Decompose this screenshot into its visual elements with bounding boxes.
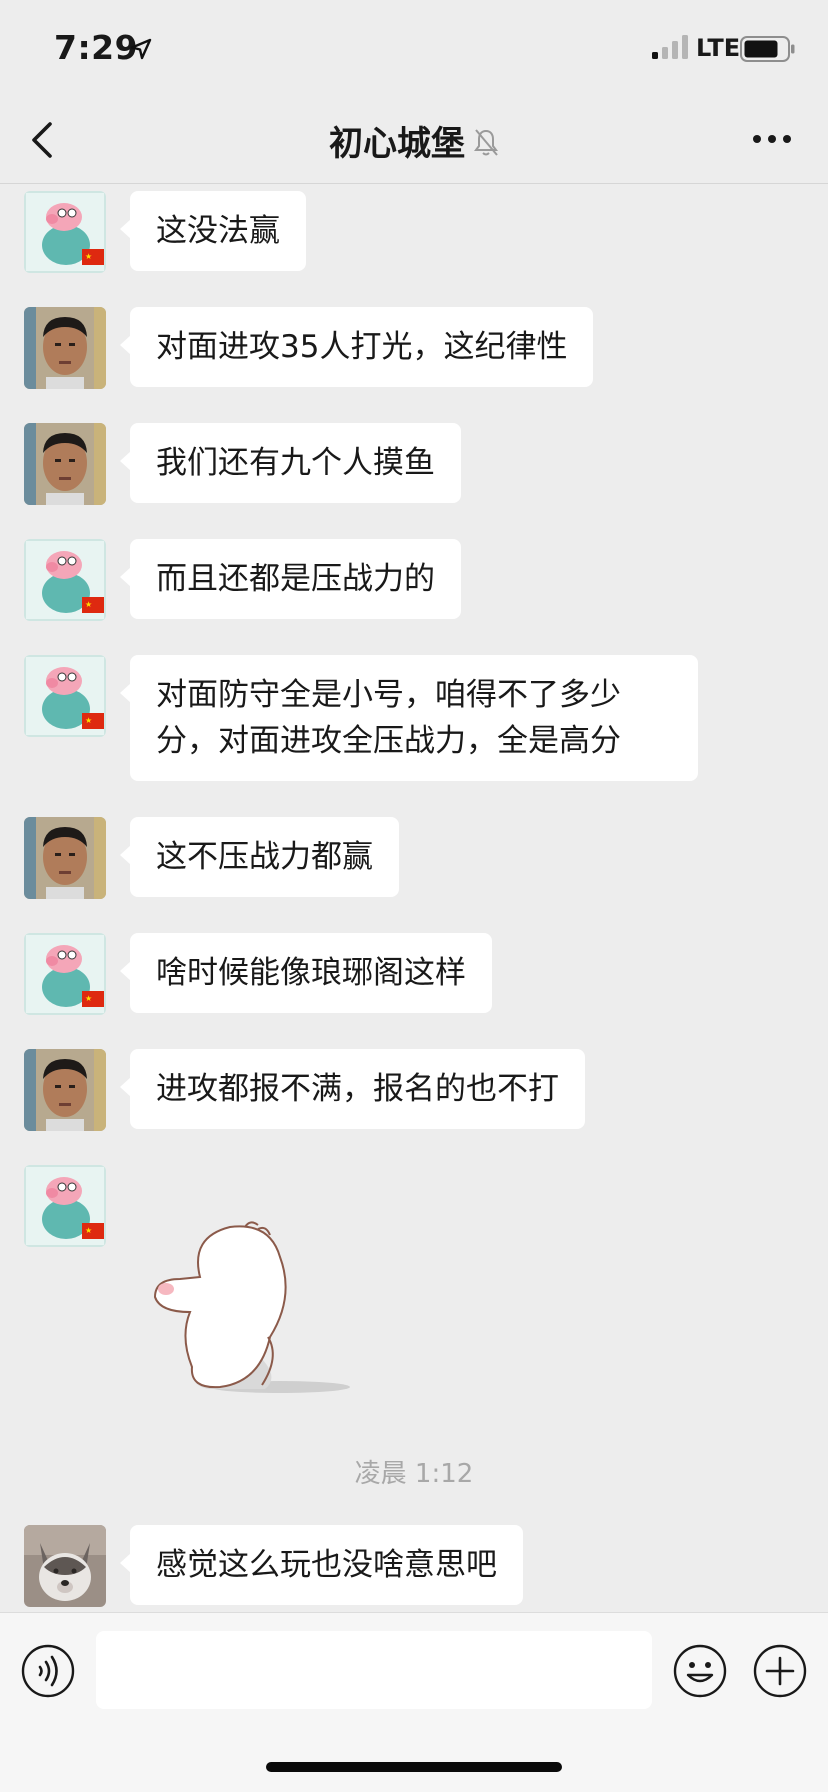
cute-bun-sticker[interactable]	[150, 1217, 350, 1407]
message-input[interactable]	[96, 1631, 652, 1709]
voice-icon[interactable]	[20, 1643, 76, 1699]
peppa-avatar[interactable]: ★	[24, 933, 106, 1015]
svg-text:★: ★	[85, 1226, 92, 1235]
peppa-avatar[interactable]: ★	[24, 655, 106, 737]
chat-timestamp: 凌晨 1:12	[354, 1459, 474, 1489]
message-bubble[interactable]: 对面防守全是小号，咱得不了多少分，对面进攻全压战力，全是高分	[120, 655, 698, 781]
chat-title: 初心城堡	[329, 123, 465, 164]
chat-message-list[interactable]: ★ 这没法赢 对面进攻35人打光，这纪律性 我们还有九个人摸鱼 ★ 而且还都是压…	[0, 185, 828, 1612]
nav-title-container: 初心城堡	[0, 96, 828, 184]
nav-bar: 初心城堡	[0, 96, 828, 184]
message-bubble[interactable]: 这没法赢	[120, 191, 306, 271]
husky-avatar[interactable]	[24, 1525, 106, 1607]
message-bubble[interactable]: 啥时候能像琅琊阁这样	[120, 933, 492, 1013]
man-avatar[interactable]	[24, 817, 106, 899]
home-indicator[interactable]	[266, 1762, 562, 1772]
location-arrow-icon	[130, 38, 152, 60]
peppa-avatar[interactable]: ★	[24, 539, 106, 621]
network-type: LTE	[696, 34, 741, 62]
peppa-avatar[interactable]: ★	[24, 191, 106, 273]
status-bar: 7:29 LTE	[0, 0, 828, 96]
status-time: 7:29	[54, 28, 139, 67]
svg-text:★: ★	[85, 252, 92, 261]
man-avatar[interactable]	[24, 423, 106, 505]
more-icon[interactable]	[752, 132, 792, 146]
message-bubble[interactable]: 而且还都是压战力的	[120, 539, 461, 619]
message-bubble[interactable]: 进攻都报不满，报名的也不打	[120, 1049, 585, 1129]
svg-text:★: ★	[85, 600, 92, 609]
message-bubble[interactable]: 感觉这么玩也没啥意思吧	[120, 1525, 523, 1605]
battery-icon	[740, 36, 795, 62]
emoji-icon[interactable]	[672, 1643, 728, 1699]
peppa-avatar[interactable]: ★	[24, 1165, 106, 1247]
mute-bell-icon	[474, 129, 498, 156]
svg-text:★: ★	[85, 994, 92, 1003]
svg-text:★: ★	[85, 716, 92, 725]
man-avatar[interactable]	[24, 1049, 106, 1131]
message-bubble[interactable]: 我们还有九个人摸鱼	[120, 423, 461, 503]
message-bubble[interactable]: 这不压战力都赢	[120, 817, 399, 897]
plus-icon[interactable]	[752, 1643, 808, 1699]
man-avatar[interactable]	[24, 307, 106, 389]
signal-icon	[652, 35, 688, 59]
message-bubble[interactable]: 对面进攻35人打光，这纪律性	[119, 307, 594, 387]
